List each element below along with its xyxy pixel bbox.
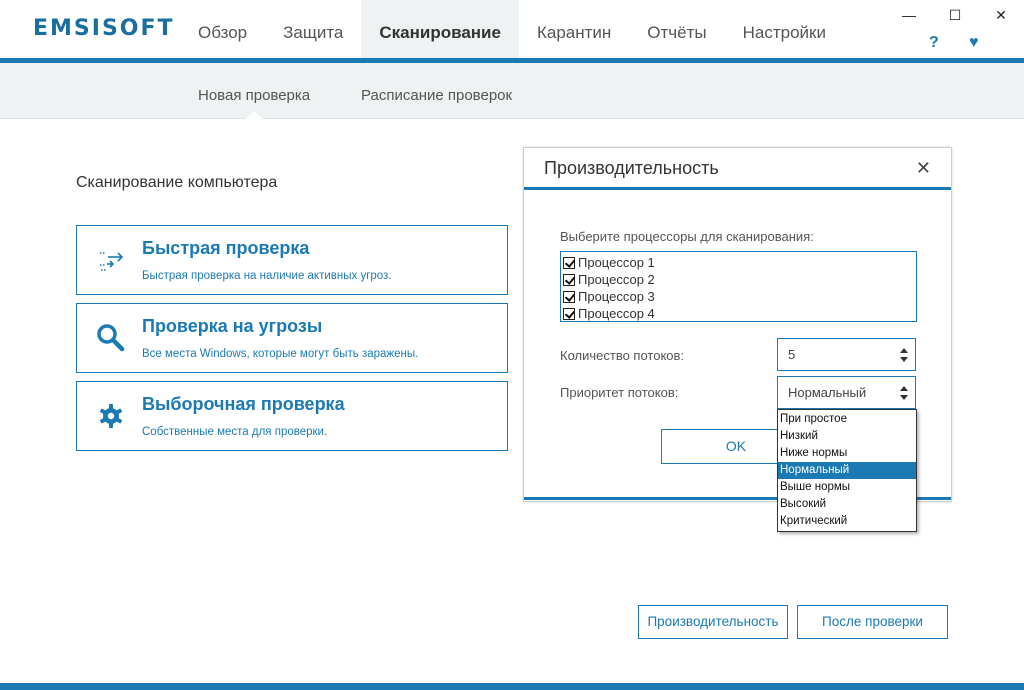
spin-arrows-icon[interactable] xyxy=(900,348,908,362)
window-controls: — ☐ ✕ xyxy=(886,0,1024,30)
priority-option-idle[interactable]: При простое xyxy=(778,411,916,428)
footer-accent-bar xyxy=(0,683,1024,690)
checkbox-checked-icon[interactable] xyxy=(563,273,575,286)
dialog-title: Производительность xyxy=(544,158,719,178)
close-button[interactable]: ✕ xyxy=(978,0,1024,30)
dialog-title-divider xyxy=(524,187,951,190)
threads-count-stepper[interactable]: 5 xyxy=(777,338,916,371)
after-scan-button[interactable]: После проверки xyxy=(797,605,948,639)
spin-arrows-icon[interactable] xyxy=(900,386,908,400)
main-nav: Обзор Защита Сканирование Карантин Отчёт… xyxy=(180,0,844,62)
help-icon[interactable]: ? xyxy=(929,34,939,52)
nav-settings[interactable]: Настройки xyxy=(725,0,844,62)
nav-overview[interactable]: Обзор xyxy=(180,0,265,62)
priority-option-low[interactable]: Низкий xyxy=(778,428,916,445)
sub-nav: Новая проверка Расписание проверок xyxy=(0,63,1024,119)
cpu-item[interactable]: Процессор 4 xyxy=(563,305,914,322)
threat-scan-card[interactable]: Проверка на угрозы Все места Windows, ко… xyxy=(76,303,508,373)
subnav-scan-schedule[interactable]: Расписание проверок xyxy=(361,87,512,104)
cpu-item-label: Процессор 1 xyxy=(578,255,655,270)
performance-button[interactable]: Производительность xyxy=(638,605,788,639)
nav-scanning[interactable]: Сканирование xyxy=(361,0,519,62)
priority-dropdown-list: При простое Низкий Ниже нормы Нормальный… xyxy=(777,409,917,532)
heart-icon[interactable]: ♥ xyxy=(969,34,979,52)
cpu-item[interactable]: Процессор 3 xyxy=(563,288,914,305)
maximize-button[interactable]: ☐ xyxy=(932,0,978,30)
subnav-active-pointer xyxy=(244,111,264,120)
checkbox-checked-icon[interactable] xyxy=(563,256,575,269)
custom-scan-card[interactable]: Выборочная проверка Собственные места дл… xyxy=(76,381,508,451)
cpu-select-label: Выберите процессоры для сканирования: xyxy=(560,229,814,244)
custom-scan-title: Выборочная проверка xyxy=(142,394,345,414)
priority-option-above-normal[interactable]: Выше нормы xyxy=(778,479,916,496)
cpu-item-label: Процессор 4 xyxy=(578,306,655,321)
checkbox-checked-icon[interactable] xyxy=(563,290,575,303)
quick-scan-card[interactable]: Быстрая проверка Быстрая проверка на нал… xyxy=(76,225,508,295)
priority-option-normal[interactable]: Нормальный xyxy=(778,462,916,479)
quick-scan-title: Быстрая проверка xyxy=(142,238,310,258)
cpu-list: Процессор 1 Процессор 2 Процессор 3 Проц… xyxy=(560,251,917,322)
threat-scan-desc: Все места Windows, которые могут быть за… xyxy=(142,348,419,360)
thread-priority-value: Нормальный xyxy=(788,385,867,400)
thread-priority-label: Приоритет потоков: xyxy=(560,385,679,400)
threads-count-value: 5 xyxy=(788,347,796,362)
subnav-new-scan[interactable]: Новая проверка xyxy=(198,87,310,104)
priority-option-critical[interactable]: Критический xyxy=(778,513,916,530)
cpu-item[interactable]: Процессор 2 xyxy=(563,271,914,288)
minimize-button[interactable]: — xyxy=(886,0,932,30)
threat-scan-title: Проверка на угрозы xyxy=(142,316,323,336)
quick-scan-arrows-icon xyxy=(100,252,124,271)
priority-option-high[interactable]: Высокий xyxy=(778,496,916,513)
checkbox-checked-icon[interactable] xyxy=(563,307,575,320)
app-header: EMSISOFT Обзор Защита Сканирование Каран… xyxy=(0,0,1024,62)
gear-icon xyxy=(99,404,123,428)
cpu-item[interactable]: Процессор 1 xyxy=(563,254,914,271)
nav-reports[interactable]: Отчёты xyxy=(629,0,724,62)
quick-scan-desc: Быстрая проверка на наличие активных угр… xyxy=(142,270,392,282)
cpu-item-label: Процессор 2 xyxy=(578,272,655,287)
nav-protection[interactable]: Защита xyxy=(265,0,361,62)
nav-quarantine[interactable]: Карантин xyxy=(519,0,629,62)
magnifier-icon xyxy=(97,324,125,352)
thread-priority-select[interactable]: Нормальный xyxy=(777,376,916,409)
dialog-close-icon[interactable]: ✕ xyxy=(916,158,931,179)
app-logo: EMSISOFT xyxy=(33,16,175,41)
cpu-item-label: Процессор 3 xyxy=(578,289,655,304)
section-title: Сканирование компьютера xyxy=(76,174,278,191)
custom-scan-desc: Собственные места для проверки. xyxy=(142,426,328,438)
threads-count-label: Количество потоков: xyxy=(560,348,685,363)
priority-option-below-normal[interactable]: Ниже нормы xyxy=(778,445,916,462)
